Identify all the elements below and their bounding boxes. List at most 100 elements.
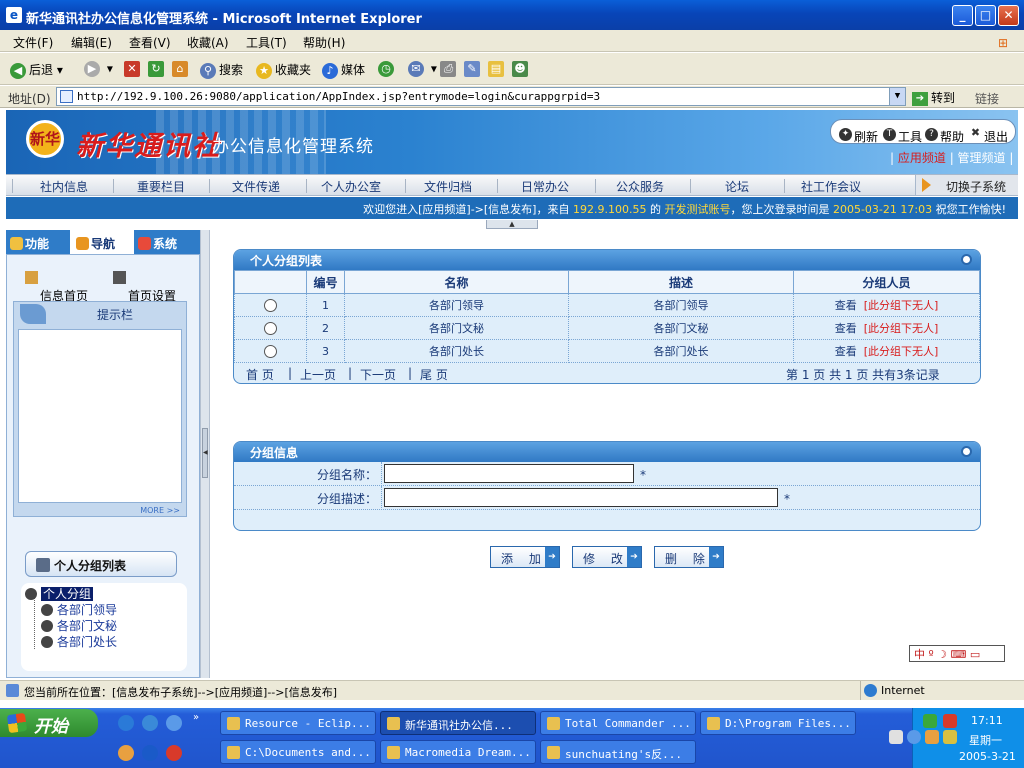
menu-tools[interactable]: 工具(T)	[246, 34, 287, 51]
edit-button[interactable]: 修 改 ➔	[572, 546, 642, 568]
app-channel-link[interactable]: 应用频道	[898, 151, 946, 165]
group-name-input[interactable]	[384, 464, 634, 483]
menu-favorites[interactable]: 收藏(A)	[187, 34, 229, 51]
menu-edit[interactable]: 编辑(E)	[71, 34, 112, 51]
view-link[interactable]: 查看	[835, 299, 857, 312]
home-button[interactable]: ⌂	[172, 61, 191, 77]
collapse-sidebar-handle[interactable]: ◀	[202, 428, 208, 478]
next-page-link[interactable]: 下一页	[360, 366, 396, 383]
tab-system[interactable]: 系统	[138, 230, 198, 254]
panel-toggle-icon[interactable]	[961, 254, 972, 265]
nav-item-archive[interactable]: 文件归档	[424, 178, 472, 195]
tray-expand-icon[interactable]	[907, 730, 921, 744]
task-dreamweaver[interactable]: Macromedia Dream...	[380, 740, 536, 764]
address-input[interactable]: http://192.9.100.26:9080/application/App…	[56, 87, 906, 106]
task-eclipse[interactable]: Resource - Eclip...	[220, 711, 376, 735]
quicklaunch-expand-icon[interactable]: »	[193, 712, 199, 723]
window-title-bar[interactable]: e 新华通讯社办公信息化管理系统 - Microsoft Internet Ex…	[0, 0, 1024, 30]
print-button[interactable]: ⎙	[440, 61, 459, 77]
tray-volume-icon[interactable]	[925, 730, 939, 744]
task-ie[interactable]: 新华通讯社办公信...	[380, 711, 536, 735]
qq-quicklaunch-icon[interactable]	[118, 745, 134, 761]
mail-button[interactable]: ✉ ▾	[408, 61, 437, 77]
tray-ime-icon[interactable]	[943, 730, 957, 744]
prev-page-link[interactable]: 上一页	[300, 366, 336, 383]
ie-quicklaunch-icon[interactable]	[118, 715, 134, 731]
outlook-quicklaunch-icon[interactable]	[142, 715, 158, 731]
task-total-commander[interactable]: Total Commander ...	[540, 711, 696, 735]
go-button[interactable]: ➔ 转到	[912, 89, 955, 106]
row-radio[interactable]	[264, 321, 277, 335]
table-row[interactable]: 3 各部门处长 各部门处长 查看 [此分组下无人]	[234, 339, 980, 363]
view-link[interactable]: 查看	[835, 345, 857, 358]
menu-view[interactable]: 查看(V)	[129, 34, 171, 51]
links-button[interactable]: 链接	[975, 90, 999, 107]
switch-subsystem-button[interactable]: 切换子系统	[915, 175, 1018, 195]
refresh-button[interactable]: ↻	[148, 61, 167, 77]
collapse-header-button[interactable]: ▲	[486, 220, 538, 229]
more-link[interactable]: MORE >>	[140, 506, 180, 515]
add-button[interactable]: 添 加 ➔	[490, 546, 560, 568]
nav-item-daily-office[interactable]: 日常办公	[521, 178, 569, 195]
maximize-button[interactable]: □	[975, 5, 996, 26]
ime-toolbar[interactable]: 中 º ☽ ⌨ ▭	[909, 645, 1005, 662]
forward-button[interactable]: ▶ ▾	[84, 61, 113, 77]
sidebar-splitter[interactable]: ◀	[200, 230, 210, 678]
tray-security-icon[interactable]	[889, 730, 903, 744]
home-settings-link[interactable]: 首页设置	[113, 271, 176, 303]
nav-item-file-transfer[interactable]: 文件传递	[232, 178, 280, 195]
menu-help[interactable]: 帮助(H)	[303, 34, 345, 51]
task-documents[interactable]: C:\Documents and...	[220, 740, 376, 764]
close-button[interactable]: ✕	[998, 5, 1019, 26]
logout-link[interactable]: ✖ 退出	[969, 124, 1008, 144]
table-row[interactable]: 2 各部门文秘 各部门文秘 查看 [此分组下无人]	[234, 316, 980, 340]
help-link[interactable]: ? 帮助	[925, 124, 964, 144]
tray-flash-icon[interactable]	[943, 714, 957, 728]
desktop-quicklaunch-icon[interactable]	[166, 715, 182, 731]
search-button[interactable]: ⚲ 搜索	[200, 61, 243, 79]
start-button[interactable]: 开始	[0, 709, 98, 737]
nav-item-personal-office[interactable]: 个人办公室	[321, 178, 381, 195]
first-page-link[interactable]: 首 页	[246, 366, 274, 383]
view-link[interactable]: 查看	[835, 322, 857, 335]
tools-link[interactable]: T 工具	[883, 124, 922, 144]
discuss-button[interactable]: ▤	[488, 61, 507, 77]
row-radio[interactable]	[264, 298, 277, 312]
nav-item-forum[interactable]: 论坛	[725, 178, 749, 195]
stop-button[interactable]: ✕	[124, 61, 143, 77]
history-button[interactable]: ◷	[378, 61, 397, 77]
tab-functions[interactable]: 功能	[10, 230, 68, 254]
info-home-link[interactable]: 信息首页	[25, 271, 88, 303]
favorites-button[interactable]: ★ 收藏夹	[256, 61, 311, 79]
flash-quicklaunch-icon[interactable]	[166, 745, 182, 761]
edit-button[interactable]: ✎	[464, 61, 483, 77]
group-desc-input[interactable]	[384, 488, 778, 507]
refresh-link[interactable]: ✦ 刷新	[839, 124, 878, 144]
menu-file[interactable]: 文件(F)	[13, 34, 53, 51]
back-button[interactable]: ◀ 后退 ▾	[10, 61, 63, 79]
last-page-link[interactable]: 尾 页	[420, 366, 448, 383]
manage-channel-link[interactable]: 管理频道	[958, 151, 1006, 165]
app-quicklaunch-icon[interactable]	[142, 745, 158, 761]
messenger-button[interactable]: ☻	[512, 61, 531, 77]
delete-button[interactable]: 删 除 ➔	[654, 546, 724, 568]
panel-toggle-icon[interactable]	[961, 446, 972, 457]
media-button[interactable]: ♪ 媒体	[322, 61, 365, 79]
tray-network-icon[interactable]	[923, 714, 937, 728]
nav-item-internal-info[interactable]: 社内信息	[40, 178, 88, 195]
clock-time[interactable]: 17:11	[971, 714, 1003, 727]
tree-item[interactable]: 各部门领导	[41, 601, 117, 618]
address-dropdown-icon[interactable]: ▼	[889, 88, 905, 105]
nav-item-work-meeting[interactable]: 社工作会议	[801, 178, 861, 195]
tree-item[interactable]: 各部门文秘	[41, 617, 117, 634]
group-list-button[interactable]: 个人分组列表	[25, 551, 177, 577]
table-row[interactable]: 1 各部门领导 各部门领导 查看 [此分组下无人]	[234, 293, 980, 317]
tree-root[interactable]: 个人分组	[25, 585, 94, 602]
tab-navigation[interactable]: 导航	[70, 230, 134, 254]
task-program-files[interactable]: D:\Program Files...	[700, 711, 856, 735]
minimize-button[interactable]: _	[952, 5, 973, 26]
nav-item-public-service[interactable]: 公众服务	[616, 178, 664, 195]
nav-item-important[interactable]: 重要栏目	[137, 178, 185, 195]
row-radio[interactable]	[264, 344, 277, 358]
task-chat[interactable]: sunchuating's反...	[540, 740, 696, 764]
